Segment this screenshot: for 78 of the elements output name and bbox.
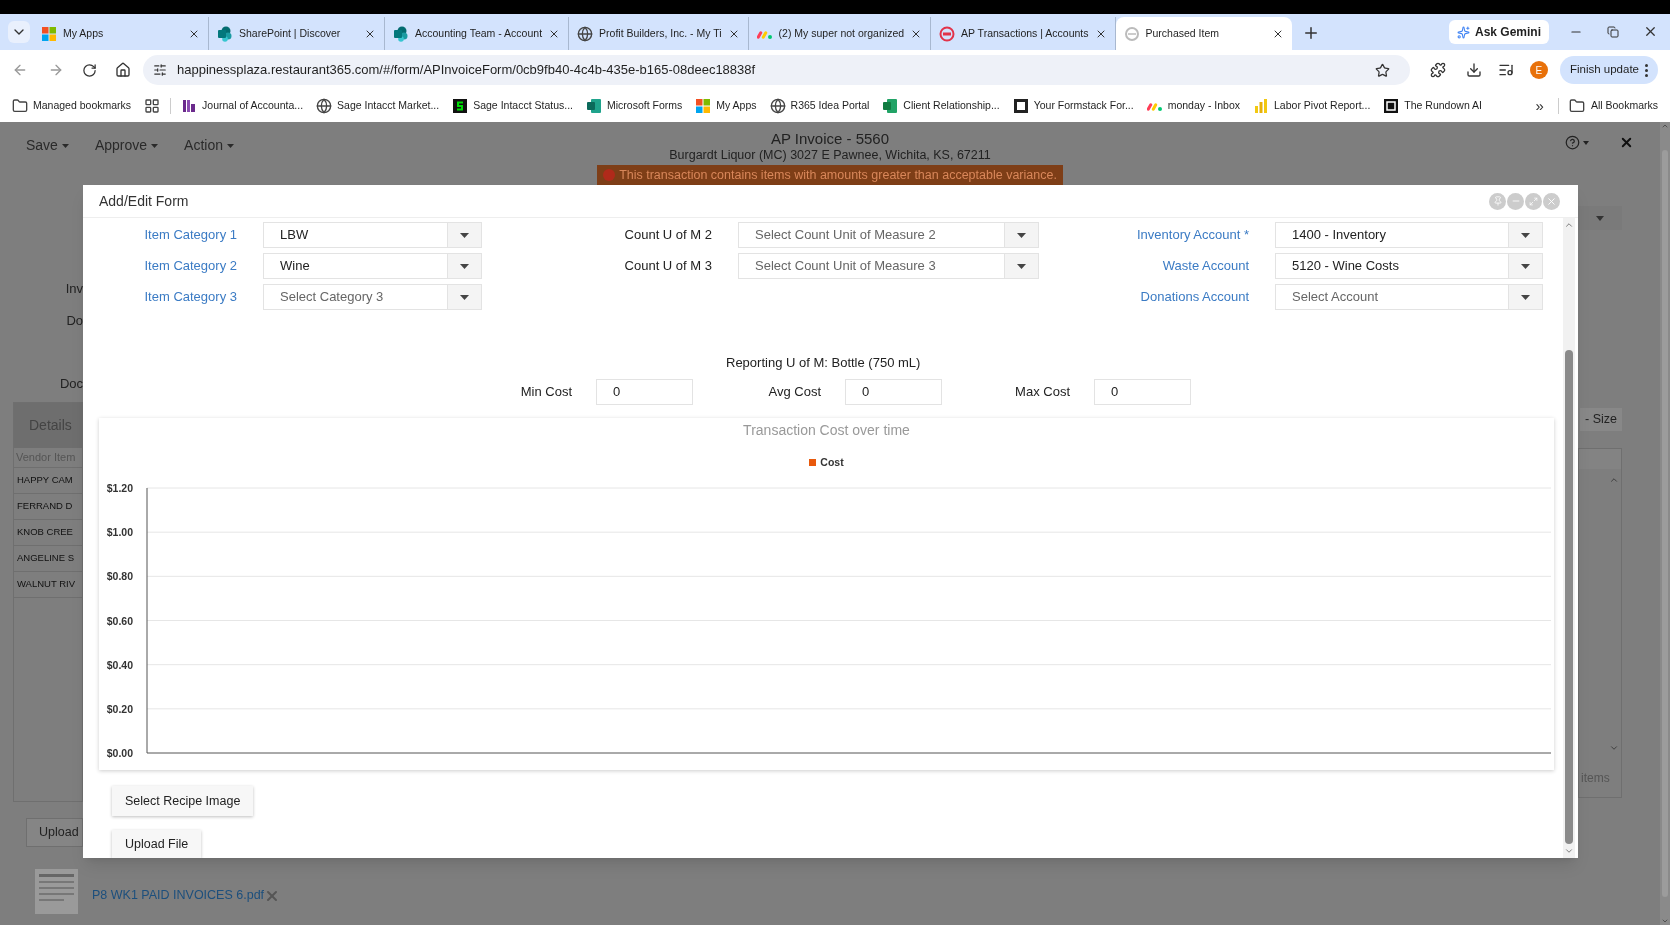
invoice-title: AP Invoice - 5560 (770, 131, 890, 147)
bookmark[interactable]: Sage Intacct Status... (452, 98, 573, 114)
bookmark[interactable]: R365 Idea Portal (769, 98, 870, 114)
bookmark[interactable]: Managed bookmarks (12, 98, 132, 114)
menu-dropdown[interactable]: Approve (94, 135, 159, 156)
dropdown-field[interactable]: Select Count Unit of Measure 2 (738, 222, 1039, 248)
address-bar[interactable]: happinessplaza.restaurant365.com/#/form/APInvoiceForm/0cb9fb40-4c4b-435e-b165-08deec18838f (143, 55, 1410, 85)
ask-gemini-button[interactable]: Ask Gemini (1448, 20, 1549, 44)
menu-dropdown[interactable]: Save (26, 135, 69, 156)
table-cell: KNOB CREE (14, 520, 82, 546)
table-cell: FERRAND D (14, 494, 82, 520)
table-cell: WALNUT RIV (14, 572, 82, 598)
bookmark[interactable]: monday - Inbox (1146, 98, 1241, 114)
reporting-unit-text: Reporting U of M: Bottle (750 mL) (726, 354, 922, 372)
dropdown-field[interactable]: 1400 - Inventory (1275, 222, 1543, 248)
legend-label: Cost (820, 454, 844, 470)
form-button[interactable]: Select Recipe Image (112, 786, 254, 817)
dropdown-field[interactable]: Select Category 3 (263, 284, 482, 310)
field-label[interactable]: Item Category 2 (99, 256, 237, 276)
cost-input[interactable]: 0 (596, 378, 693, 405)
tab-title: Profit Builders, Inc. - My Ti (599, 25, 722, 41)
field-label[interactable]: Item Category 3 (99, 287, 237, 307)
dropdown-field[interactable]: Wine (263, 253, 482, 279)
bookmark[interactable]: Microsoft Forms (586, 98, 683, 114)
bookmark[interactable]: Sage Intacct Market... (316, 98, 440, 114)
legend-item: Cost (809, 454, 844, 471)
field-label: Avg Cost (767, 382, 821, 401)
tab-title: SharePoint | Discover (239, 25, 342, 41)
tab-title: Accounting Team - Account (415, 25, 543, 41)
tab-title: (2) My super not organized (778, 25, 905, 41)
y-axis-label: $1.20 (106, 482, 133, 495)
dropdown-field[interactable]: LBW (263, 222, 482, 248)
form-button[interactable]: Upload File (112, 830, 202, 858)
bookmark[interactable]: Your Formstack For... (1012, 98, 1134, 114)
finish-update-button[interactable]: Finish update (1559, 56, 1658, 84)
url-text: happinessplaza.restaurant365.com/#/form/APInvoiceForm/0cb9fb40-4c4b-435e-b165-08deec18838f (177, 61, 757, 80)
bookmark[interactable]: Journal of Accounta... (181, 98, 304, 114)
form-label: Inv (64, 280, 83, 298)
bookmark[interactable]: Client Relationship... (882, 98, 1000, 114)
cost-input[interactable]: 0 (1094, 378, 1191, 405)
dropdown-field[interactable]: Select Count Unit of Measure 3 (738, 253, 1039, 279)
dialog-title: Add/Edit Form (99, 191, 190, 211)
vendor-address: Burgardt Liquor (MC) 3027 E Pawnee, Wichita, KS, 67211 (669, 147, 991, 163)
upload-button[interactable]: Upload (26, 818, 83, 847)
y-axis-label: $0.20 (106, 703, 133, 716)
dropdown-field[interactable]: Select Account (1275, 284, 1543, 310)
all-bookmarks-button[interactable]: All Bookmarks (1557, 98, 1658, 114)
variance-warning: This transaction contains items with amounts greater than acceptable variance. (597, 165, 1063, 185)
field-label: Count U of M 3 (623, 257, 712, 276)
form-label: Doc (58, 375, 83, 393)
field-label[interactable]: Donations Account (1069, 287, 1249, 307)
field-label[interactable]: Item Category 1 (99, 225, 237, 245)
y-axis-label: $0.60 (106, 614, 133, 627)
browser-tab[interactable]: Purchased Item (1115, 17, 1292, 50)
bookmark[interactable]: The Rundown AI (1383, 98, 1482, 114)
tab-title: Purchased Item (1145, 25, 1221, 41)
tab-title: My Apps (63, 25, 105, 41)
y-axis-label: $0.00 (106, 747, 133, 760)
size-button[interactable]: - Size (1580, 408, 1622, 431)
chart-title: Transaction Cost over time (743, 420, 910, 440)
y-axis-label: $0.80 (106, 570, 133, 583)
field-label: Max Cost (1014, 382, 1070, 401)
table-cell: HAPPY CAM (14, 468, 82, 494)
more-bookmarks-button[interactable]: » (1535, 94, 1544, 118)
table-cell: ANGELINE S (14, 546, 82, 572)
tab-title: AP Transactions | Accounts (961, 25, 1089, 41)
y-axis-label: $0.40 (106, 658, 133, 671)
field-label: Min Cost (519, 382, 572, 401)
form-label: Do (65, 312, 83, 330)
cost-input[interactable]: 0 (845, 378, 942, 405)
dropdown-field[interactable]: 5120 - Wine Costs (1275, 253, 1543, 279)
field-label: Count U of M 2 (623, 226, 712, 245)
field-label[interactable]: Waste Account (1069, 256, 1249, 276)
bookmark[interactable]: Labor Pivot Report... (1253, 98, 1371, 114)
bookmark[interactable]: My Apps (695, 98, 757, 114)
y-axis-label: $1.00 (106, 526, 133, 539)
field-label[interactable]: Inventory Account * (1069, 225, 1249, 245)
menu-dropdown[interactable]: Action (184, 135, 234, 156)
